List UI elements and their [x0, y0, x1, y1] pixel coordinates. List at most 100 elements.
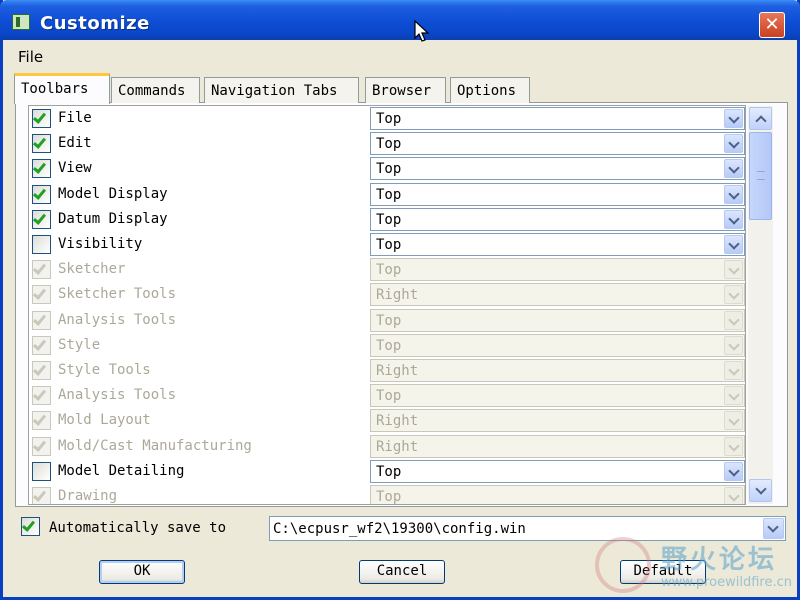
toolbar-row: Sketcher Top: [29, 257, 745, 282]
chevron-down-icon[interactable]: [724, 462, 743, 481]
chevron-down-icon[interactable]: [724, 134, 743, 153]
tab-navigation-tabs[interactable]: Navigation Tabs: [204, 77, 359, 103]
close-button[interactable]: ✕: [759, 12, 785, 38]
toolbar-name: Style: [58, 337, 101, 353]
toolbar-checkbox: [32, 285, 51, 304]
chevron-down-icon: [724, 311, 743, 330]
chevron-down-icon[interactable]: [724, 109, 743, 128]
toolbar-checkbox: [32, 311, 51, 330]
menu-file[interactable]: File: [18, 48, 43, 66]
toolbar-position-select[interactable]: Top: [370, 132, 745, 155]
toolbar-position-value: Top: [376, 111, 402, 127]
tab-browser[interactable]: Browser: [365, 77, 446, 103]
checkmark-icon: [32, 186, 47, 200]
toolbar-position-value: Top: [376, 212, 402, 228]
toolbar-row: File Top: [29, 106, 745, 131]
toolbar-checkbox[interactable]: [32, 210, 51, 229]
toolbar-checkbox: [32, 411, 51, 430]
toolbar-name: Analysis Tools: [58, 312, 177, 328]
toolbar-checkbox[interactable]: [32, 185, 51, 204]
chevron-down-icon[interactable]: [724, 185, 743, 204]
tab-options[interactable]: Options: [450, 77, 530, 103]
scroll-thumb[interactable]: [749, 132, 772, 220]
toolbar-checkbox[interactable]: [32, 462, 51, 481]
toolbar-checkbox[interactable]: [32, 109, 51, 128]
window-title: Customize: [40, 13, 150, 34]
config-path-combobox[interactable]: C:\ecpusr_wf2\19300\config.win: [269, 516, 786, 541]
toolbar-position-select[interactable]: Top: [370, 157, 745, 180]
toolbar-name: Datum Display: [58, 211, 168, 227]
toolbar-position-value: Top: [376, 237, 402, 253]
toolbar-position-select[interactable]: Top: [370, 233, 745, 256]
toolbar-name: Drawing: [58, 488, 118, 504]
tab-label: Toolbars: [21, 81, 89, 97]
default-button[interactable]: Default: [620, 560, 706, 584]
toolbar-position-select: Right: [370, 435, 745, 458]
tab-label: Options: [457, 83, 517, 99]
menu-file-label: File: [18, 48, 44, 66]
checkmark-icon: [32, 211, 47, 225]
checkmark-icon: [21, 518, 36, 532]
tab-toolbars[interactable]: Toolbars: [14, 73, 110, 104]
chevron-down-icon: [724, 437, 743, 456]
scroll-down-icon[interactable]: [749, 479, 772, 502]
tab-label: Navigation Tabs: [211, 83, 338, 99]
ok-button[interactable]: OK: [99, 560, 185, 584]
chevron-down-icon[interactable]: [724, 210, 743, 229]
chevron-down-icon[interactable]: [724, 159, 743, 178]
checkmark-icon: [32, 312, 47, 326]
toolbar-position-value: Right: [376, 439, 419, 455]
toolbar-name: View: [58, 160, 92, 176]
chevron-down-icon[interactable]: [763, 518, 784, 539]
toolbar-checkbox[interactable]: [32, 134, 51, 153]
toolbar-checkbox: [32, 260, 51, 279]
chevron-down-icon: [724, 285, 743, 304]
title-bar[interactable]: Customize ✕: [0, 0, 800, 40]
toolbar-position-select[interactable]: Top: [370, 460, 745, 483]
toolbar-checkbox: [32, 487, 51, 504]
toolbar-name: Edit: [58, 135, 92, 151]
toolbar-position-select: Top: [370, 309, 745, 332]
toolbar-name: Sketcher Tools: [58, 286, 177, 302]
tab-label: Browser: [372, 83, 432, 99]
toolbar-name: Mold/Cast Manufacturing: [58, 438, 252, 454]
checkmark-icon: [32, 135, 47, 149]
chevron-down-icon: [724, 386, 743, 405]
toolbar-checkbox[interactable]: [32, 235, 51, 254]
toolbar-position-value: Top: [376, 313, 402, 329]
checkmark-icon: [32, 261, 47, 275]
toolbar-row: Sketcher Tools Right: [29, 282, 745, 307]
toolbar-row: Model Detailing Top: [29, 459, 745, 484]
checkmark-icon: [32, 362, 47, 376]
chevron-down-icon: [724, 361, 743, 380]
toolbar-position-value: Top: [376, 388, 402, 404]
toolbar-row: Visibility Top: [29, 232, 745, 257]
toolbar-position-value: Right: [376, 413, 419, 429]
chevron-down-icon: [724, 487, 743, 504]
cancel-button[interactable]: Cancel: [359, 560, 445, 584]
tab-commands[interactable]: Commands: [111, 77, 200, 103]
toolbar-checkbox[interactable]: [32, 159, 51, 178]
checkmark-icon: [32, 412, 47, 426]
toolbar-name: Model Detailing: [58, 463, 185, 479]
toolbar-position-value: Top: [376, 161, 402, 177]
vertical-scrollbar[interactable]: [748, 106, 773, 504]
toolbar-position-select: Right: [370, 359, 745, 382]
chevron-down-icon: [724, 411, 743, 430]
app-icon: [12, 14, 30, 30]
checkmark-icon: [32, 160, 47, 174]
toolbar-position-value: Top: [376, 262, 402, 278]
toolbar-position-select[interactable]: Top: [370, 208, 745, 231]
menu-bar: File: [3, 40, 797, 70]
toolbar-position-value: Top: [376, 136, 402, 152]
toolbar-position-select[interactable]: Top: [370, 183, 745, 206]
toolbar-row: Model Display Top: [29, 182, 745, 207]
toolbar-position-select[interactable]: Top: [370, 107, 745, 130]
toolbar-name: Analysis Tools: [58, 387, 177, 403]
chevron-down-icon[interactable]: [724, 235, 743, 254]
toolbar-position-value: Right: [376, 363, 419, 379]
toolbar-name: Style Tools: [58, 362, 151, 378]
autosave-checkbox[interactable]: [21, 517, 40, 536]
toolbar-position-select: Top: [370, 384, 745, 407]
scroll-up-icon[interactable]: [749, 107, 772, 130]
